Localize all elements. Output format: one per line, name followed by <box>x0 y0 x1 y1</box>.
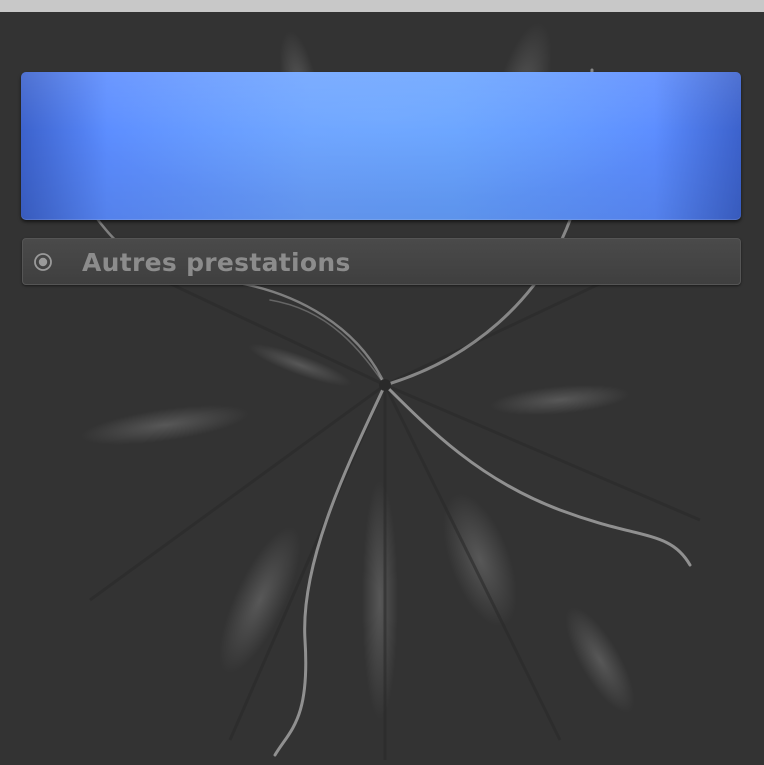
radio-icon <box>34 253 52 271</box>
menu-item-label: Autres prestations <box>82 248 351 277</box>
hero-banner-shine <box>21 72 741 220</box>
top-bar <box>0 0 764 12</box>
hero-banner <box>21 72 741 220</box>
menu-item-autres-prestations[interactable]: Autres prestations <box>22 238 741 285</box>
